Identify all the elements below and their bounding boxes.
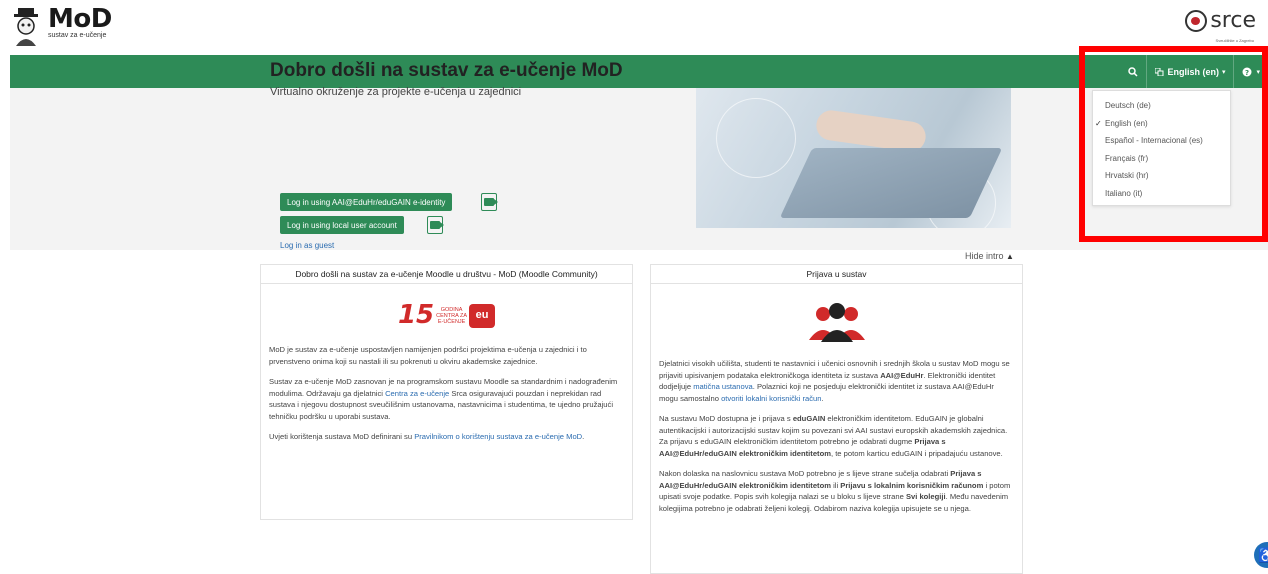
srce-wordmark: srce <box>1210 8 1256 33</box>
video-camera-icon <box>484 198 498 206</box>
srce-logo[interactable]: srce Sveučilište u Zagrebu <box>1185 8 1256 43</box>
local-video-button[interactable] <box>427 216 444 234</box>
hide-intro-label: Hide intro <box>965 251 1004 261</box>
chevron-up-icon: ▲ <box>1006 252 1014 261</box>
hero-title: Dobro došli na sustav za e-učenje MoD <box>270 60 623 81</box>
terms-link[interactable]: Pravilnikom o korištenju sustava za e-uč… <box>414 432 582 441</box>
welcome-paragraph-2: Sustav za e-učenje MoD zasnovan je na pr… <box>269 377 618 421</box>
welcome-card: Dobro došli na sustav za e-učenje Moodle… <box>260 264 633 520</box>
home-institution-link[interactable]: matična ustanova <box>693 382 753 391</box>
site-logo[interactable]: MoD sustav za e-učenje <box>10 6 112 46</box>
open-local-account-link[interactable]: otvoriti lokalni korisnički račun <box>721 394 821 403</box>
logo-title: MoD <box>48 4 112 34</box>
srce-heart-icon <box>1185 10 1208 32</box>
video-camera-icon <box>430 221 444 229</box>
logo-number: 15 <box>397 300 435 331</box>
top-header: MoD sustav za e-učenje srce Sveučilište … <box>0 0 1268 55</box>
login-paragraph-3: Nakon dolaska na naslovnicu sustava MoD … <box>659 469 1011 513</box>
logo-subtitle: sustav za e-učenje <box>48 32 107 39</box>
logo-text-line: E-UČENJE <box>437 319 466 325</box>
hero-image <box>696 88 1011 228</box>
login-info-heading: Prijava u sustav <box>651 265 1022 284</box>
fifteen-years-logo: 15 GODINA CENTRA ZA E-UČENJE eu <box>269 300 624 331</box>
accessibility-icon[interactable]: ♿ <box>1254 542 1268 568</box>
welcome-paragraph-3: Uvjeti korištenja sustava MoD definirani… <box>269 432 585 441</box>
users-icon <box>659 302 1014 342</box>
srce-tagline: Sveučilište u Zagrebu <box>1215 38 1254 43</box>
mascot-icon <box>14 8 38 46</box>
hero-subtitle: Virtualno okruženje za projekte e-učenja… <box>270 86 522 98</box>
hide-intro-toggle[interactable]: Hide intro ▲ <box>965 251 1014 261</box>
login-paragraph-2: Na sustavu MoD dostupna je i prijava s e… <box>659 414 1008 458</box>
login-paragraph-1: Djelatnici visokih učilišta, studenti te… <box>659 359 1010 403</box>
centre-link[interactable]: Centra za e-učenje <box>385 389 449 398</box>
eu-mark: eu <box>469 304 496 328</box>
login-guest-link[interactable]: Log in as guest <box>280 241 334 250</box>
welcome-card-heading: Dobro došli na sustav za e-učenje Moodle… <box>261 265 632 284</box>
login-info-card: Prijava u sustav Djelatnici visokih učil… <box>650 264 1023 574</box>
highlight-box <box>1079 46 1268 242</box>
login-local-button[interactable]: Log in using local user account <box>280 216 404 234</box>
aai-video-button[interactable] <box>481 193 498 211</box>
login-aai-button[interactable]: Log in using AAI@EduHr/eduGAIN e-identit… <box>280 193 453 211</box>
welcome-paragraph-1: MoD je sustav za e-učenje uspostavljen n… <box>269 345 587 366</box>
